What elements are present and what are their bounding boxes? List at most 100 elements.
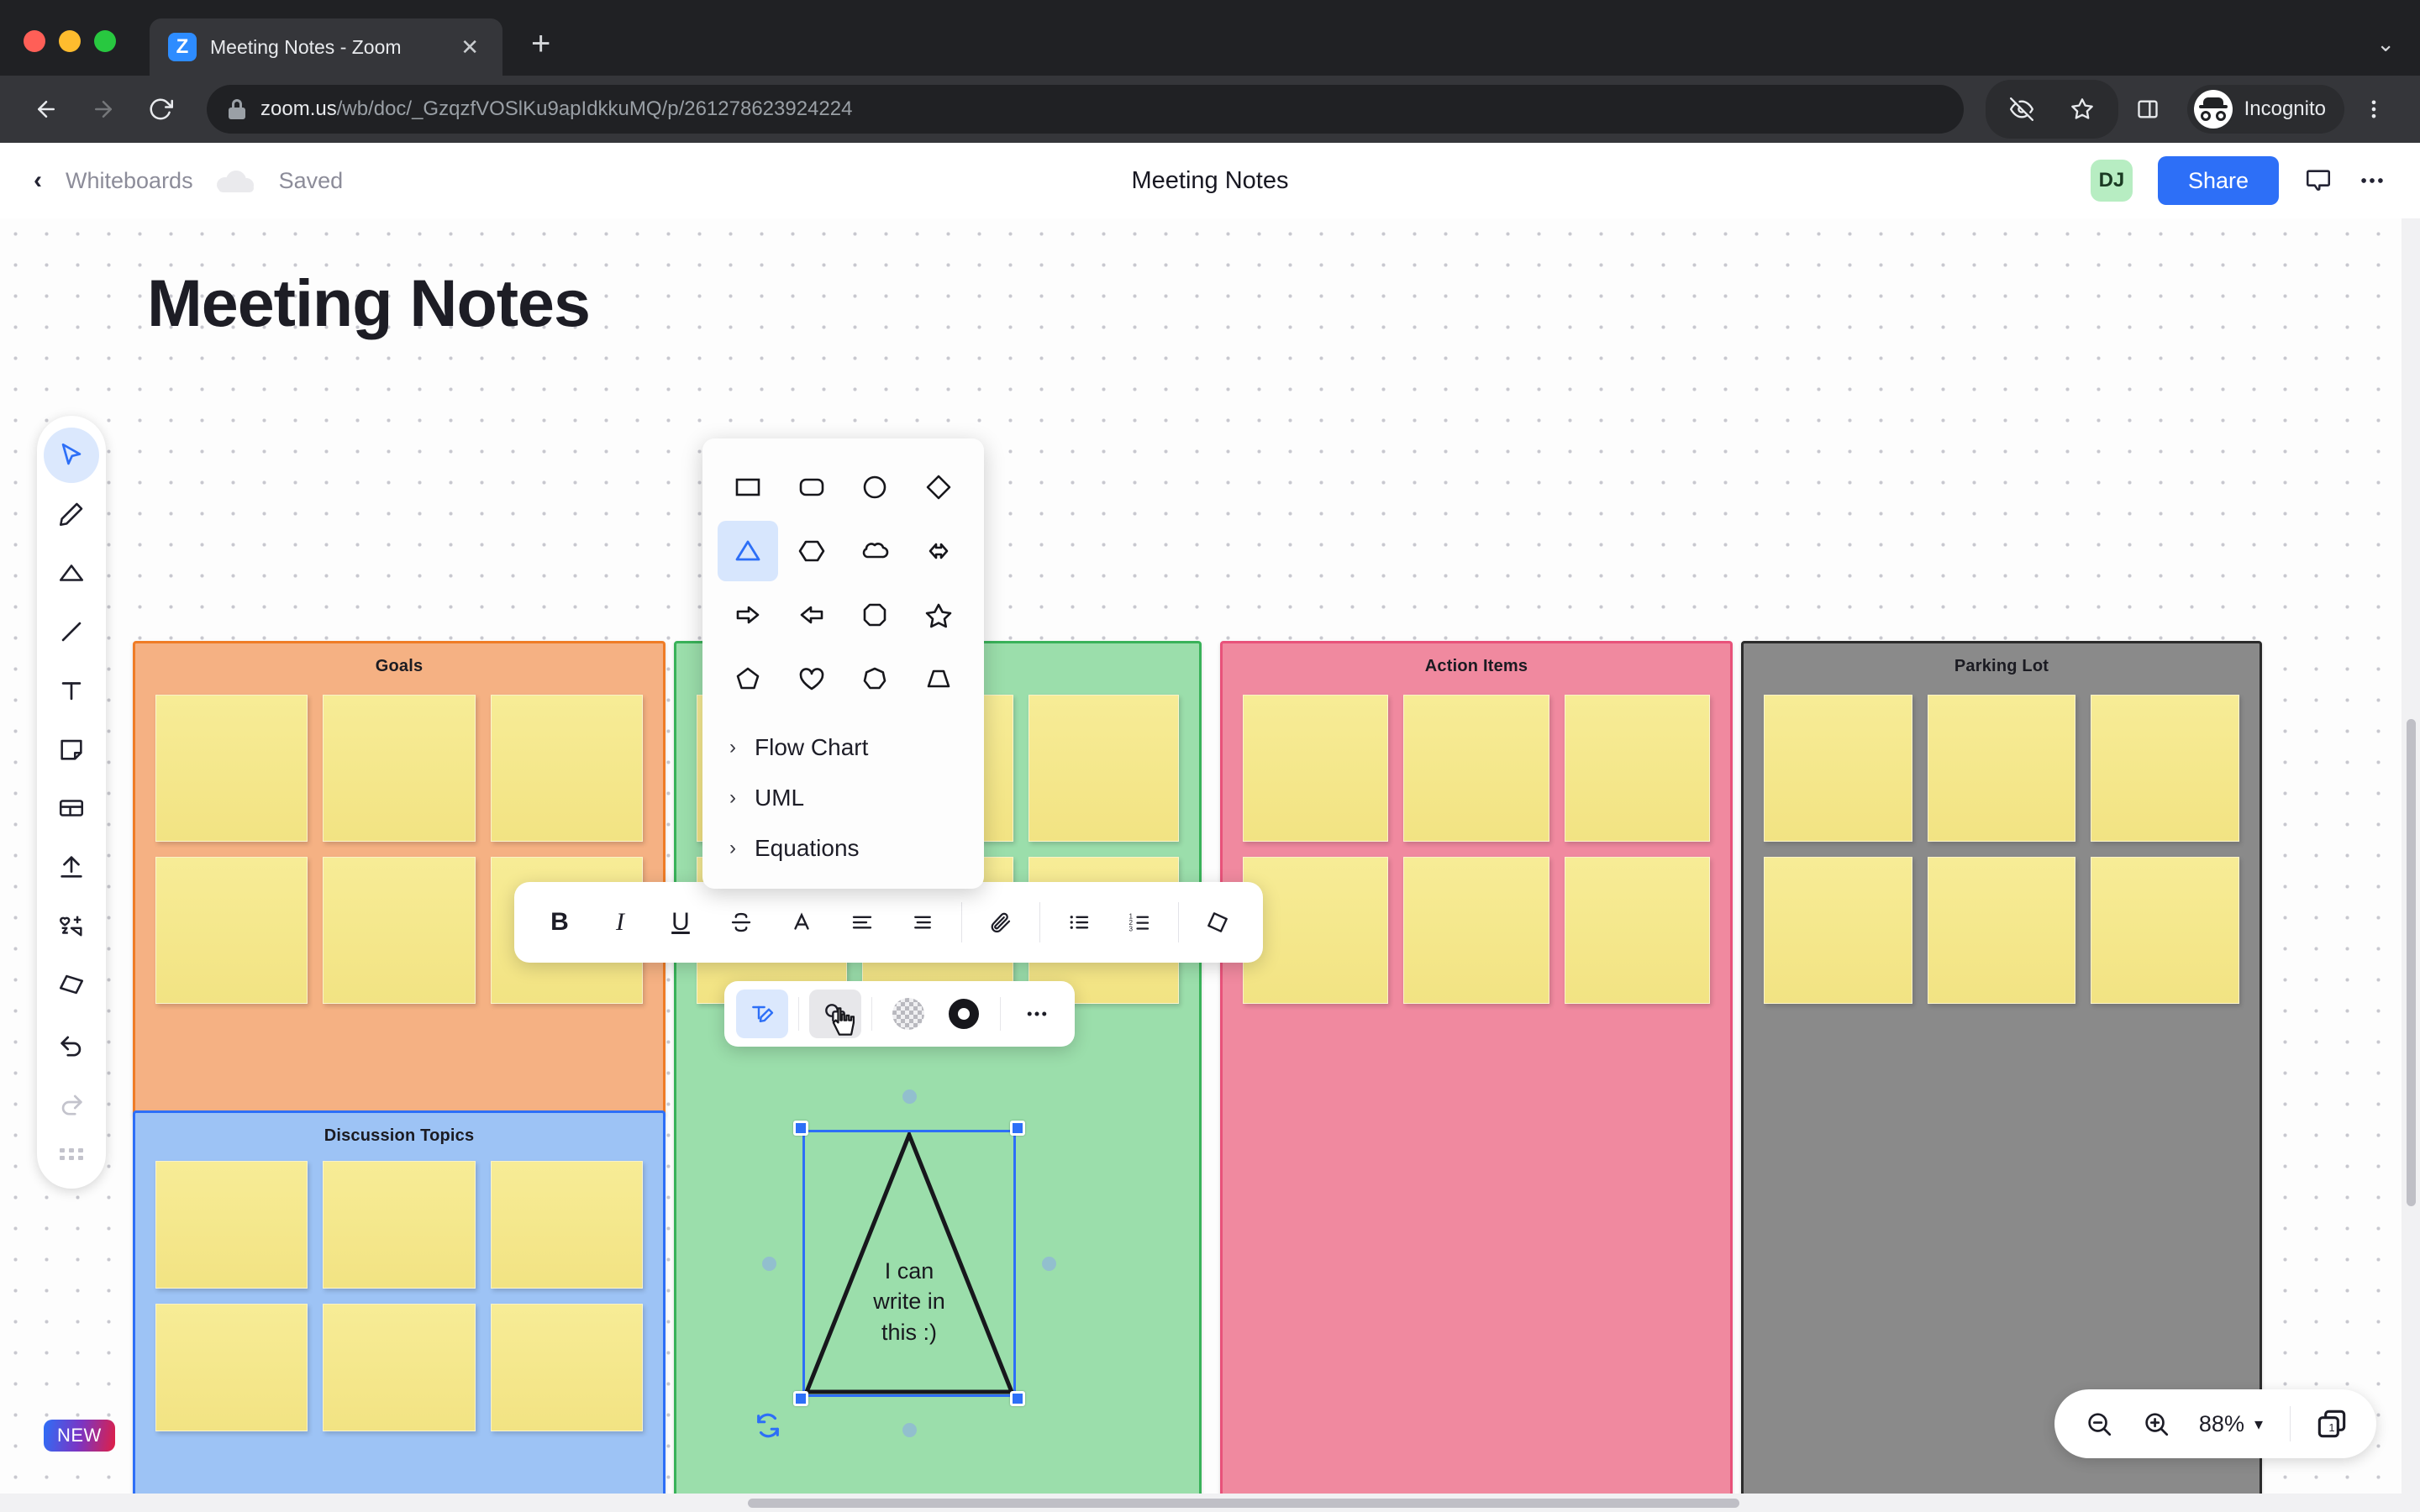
line-tool[interactable] [44, 604, 99, 659]
three-dot-menu-icon[interactable] [2349, 85, 2398, 134]
rectangle-shape[interactable] [718, 457, 778, 517]
address-bar[interactable]: zoom.us/wb/doc/_GzqzfVOSlKu9apIdkkuMQ/p/… [207, 85, 1964, 134]
sticky-note[interactable] [155, 857, 308, 1004]
circle-shape[interactable] [845, 457, 906, 517]
section-parking-lot[interactable]: Parking Lot [1741, 641, 2262, 1512]
sticky-note-tool[interactable] [44, 722, 99, 777]
stroke-color-button[interactable] [938, 990, 990, 1038]
redo-button[interactable] [44, 1074, 99, 1130]
upload-tool[interactable] [44, 839, 99, 895]
highlighter-icon[interactable] [1187, 892, 1248, 953]
whiteboards-link[interactable]: Whiteboards [66, 168, 193, 194]
sticky-note[interactable] [1564, 695, 1710, 842]
sticky-note[interactable] [1028, 695, 1179, 842]
diamond-shape[interactable] [908, 457, 969, 517]
numbered-list-icon[interactable]: 123 [1109, 892, 1170, 953]
back-button[interactable]: ‹ [34, 166, 42, 195]
uml-menu-item[interactable]: › UML [702, 773, 984, 823]
more-horizontal-icon[interactable] [2358, 166, 2386, 195]
connector-dot-right[interactable] [1042, 1257, 1056, 1271]
share-button[interactable]: Share [2157, 156, 2279, 205]
sticky-note[interactable] [490, 1161, 643, 1289]
board-heading[interactable]: Meeting Notes [147, 265, 591, 342]
sticky-note[interactable] [1927, 695, 2076, 842]
eraser-tool[interactable] [44, 957, 99, 1012]
sticky-note[interactable] [1764, 695, 1912, 842]
sticky-note[interactable] [1764, 857, 1912, 1004]
pentagon-shape[interactable] [718, 648, 778, 709]
toolbar-drag-handle[interactable] [44, 1133, 99, 1175]
profile-chip[interactable]: Incognito [2186, 85, 2344, 134]
underline-button[interactable]: U [650, 892, 711, 953]
scrollbar-thumb[interactable] [2407, 719, 2416, 1206]
sticky-note[interactable] [490, 1304, 643, 1431]
sticky-note[interactable] [2091, 857, 2239, 1004]
back-arrow-icon[interactable] [22, 85, 71, 134]
section-action-items[interactable]: Action Items [1220, 641, 1733, 1512]
undo-button[interactable] [44, 1016, 99, 1071]
sticky-note[interactable] [155, 1304, 308, 1431]
sticky-note[interactable] [1243, 695, 1389, 842]
avatar[interactable]: DJ [2090, 160, 2133, 202]
paperclip-link-icon[interactable] [971, 892, 1031, 953]
sticky-note[interactable] [323, 695, 476, 842]
sticky-note[interactable] [323, 1304, 476, 1431]
change-shape-button[interactable] [809, 990, 861, 1038]
selected-shape[interactable]: I can write in this :) [757, 1089, 1056, 1438]
pen-tool[interactable] [44, 486, 99, 542]
side-panel-icon[interactable] [2123, 85, 2172, 134]
italic-button[interactable]: I [590, 892, 650, 953]
sticky-note[interactable] [1927, 857, 2076, 1004]
sticky-note[interactable] [323, 1161, 476, 1289]
zoom-out-icon[interactable] [2073, 1398, 2125, 1450]
section-discussion-topics[interactable]: Discussion Topics [133, 1110, 666, 1512]
heart-shape[interactable] [781, 648, 842, 709]
text-tool[interactable] [44, 663, 99, 718]
bold-button[interactable]: B [529, 892, 590, 953]
cloud-shape[interactable] [845, 521, 906, 581]
shape-tool[interactable] [44, 545, 99, 601]
select-tool[interactable] [44, 428, 99, 483]
star-icon[interactable] [2058, 85, 2107, 134]
sticky-note[interactable] [1403, 857, 1549, 1004]
maximize-window-button[interactable] [94, 30, 116, 52]
sticky-note[interactable] [155, 695, 308, 842]
bullet-list-icon[interactable] [1049, 892, 1109, 953]
rounded-rect-shape[interactable] [781, 457, 842, 517]
more-options-button[interactable] [1011, 990, 1063, 1038]
chevron-down-icon[interactable]: ⌄ [2376, 31, 2395, 56]
sticky-note[interactable] [1243, 857, 1389, 1004]
octagon-shape[interactable] [845, 585, 906, 645]
arrow-right-shape[interactable] [718, 585, 778, 645]
connector-dot-left[interactable] [762, 1257, 776, 1271]
star-shape[interactable] [908, 585, 969, 645]
font-size-button[interactable] [832, 892, 892, 953]
resize-handle-bottom-right[interactable] [1010, 1391, 1025, 1406]
sticky-note[interactable] [1403, 695, 1549, 842]
minimize-window-button[interactable] [59, 30, 81, 52]
sticky-note[interactable] [490, 695, 643, 842]
edit-text-button[interactable] [736, 990, 788, 1038]
heptagon-shape[interactable] [845, 648, 906, 709]
flow-chart-menu-item[interactable]: › Flow Chart [702, 722, 984, 773]
scrollbar-thumb[interactable] [748, 1499, 1739, 1508]
connector-dot-top[interactable] [902, 1089, 917, 1104]
browser-tab[interactable]: Z Meeting Notes - Zoom ✕ [150, 18, 502, 76]
arrow-left-shape[interactable] [781, 585, 842, 645]
fill-color-button[interactable] [882, 990, 934, 1038]
section-goals[interactable]: Goals [133, 641, 666, 1116]
strikethrough-button[interactable] [711, 892, 771, 953]
align-icon[interactable] [892, 892, 953, 953]
resize-handle-top-right[interactable] [1010, 1121, 1025, 1136]
resize-handle-bottom-left[interactable] [793, 1391, 808, 1406]
pages-button[interactable]: 1 [2306, 1398, 2358, 1450]
resize-handle-top-left[interactable] [793, 1121, 808, 1136]
new-tab-button[interactable]: + [531, 27, 550, 76]
horizontal-scrollbar[interactable] [0, 1494, 2420, 1512]
shape-text[interactable]: I can write in this :) [802, 1256, 1016, 1347]
triangle-shape[interactable] [718, 521, 778, 581]
close-window-button[interactable] [24, 30, 45, 52]
comment-bubble-icon[interactable] [2304, 166, 2333, 195]
equations-menu-item[interactable]: › Equations [702, 823, 984, 874]
sticky-note[interactable] [2091, 695, 2239, 842]
